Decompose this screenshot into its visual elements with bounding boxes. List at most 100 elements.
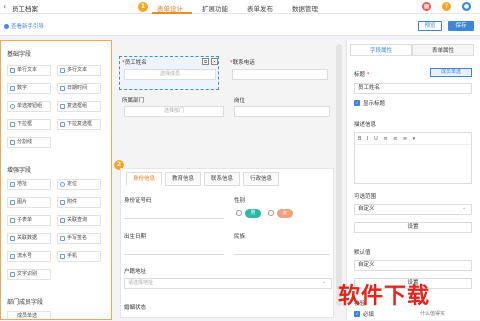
show-title-checkbox[interactable]: ✓ xyxy=(354,100,360,106)
palette-item-ocr[interactable]: 文字识别 xyxy=(7,269,51,280)
range-select[interactable]: 自定义 xyxy=(354,204,472,215)
post-label: 岗位 xyxy=(234,98,246,104)
back-icon[interactable]: ‹ xyxy=(3,2,6,11)
link-icon xyxy=(10,236,15,241)
textarea-icon xyxy=(60,68,65,73)
palette-item-multi-text[interactable]: 多行文本 xyxy=(57,65,101,76)
palette-item-phone[interactable]: 手机 xyxy=(57,251,101,262)
hukou-label: 户籍地址 xyxy=(124,269,147,275)
marital-label: 婚姻状态 xyxy=(124,305,147,311)
gender-female-option[interactable]: 女 xyxy=(277,209,293,218)
palette-item-location[interactable]: 定位 xyxy=(57,179,101,190)
palette-item-address[interactable]: 地址 xyxy=(7,179,51,190)
palette-item-single-text[interactable]: 单行文本 xyxy=(7,65,51,76)
editor-toolbar[interactable]: B I U ≡ ≡ ≡ ▾ xyxy=(355,133,471,145)
tab-identity[interactable]: 身份信息 xyxy=(126,172,162,186)
palette-item-dropdown[interactable]: 下拉框 xyxy=(7,119,51,130)
help-icon[interactable]: ? xyxy=(442,2,451,11)
search-icon xyxy=(60,218,65,223)
palette-item-image[interactable]: 图片 xyxy=(7,197,51,208)
chevron-down-icon: ⌄ xyxy=(322,279,327,285)
radio-male[interactable] xyxy=(236,210,242,216)
desc-prop-label: 描述信息 xyxy=(354,122,377,128)
top-bar: ‹ 员工档案 1 表单设计 扩展功能 表单发布 数据管理 ▦ ? ● xyxy=(0,0,480,14)
guide-text: 查看新手引导 xyxy=(11,24,45,30)
id-number-input[interactable] xyxy=(124,218,224,219)
tab-extensions[interactable]: 扩展功能 xyxy=(202,3,228,13)
tab-form-publish[interactable]: 表单发布 xyxy=(247,3,273,13)
range-prop-label: 可选范围 xyxy=(354,194,377,200)
palette-item-divider[interactable]: 分割线 xyxy=(7,137,51,148)
tab-education[interactable]: 教育信息 xyxy=(165,172,201,186)
radio-icon xyxy=(10,104,15,109)
palette-item-radio-group[interactable]: 单选按钮组 xyxy=(7,101,51,112)
required-label: 必填 xyxy=(363,312,375,318)
name-member-input[interactable]: 选择成员 xyxy=(124,69,216,80)
hukou-input[interactable]: 请选择地址 xyxy=(124,278,332,289)
desc-rich-editor[interactable]: B I U ≡ ≡ ≡ ▾ xyxy=(354,132,472,184)
user-icon[interactable]: ● xyxy=(462,2,471,11)
palette-item-linked-query[interactable]: 关联查询 xyxy=(57,215,101,226)
watermark-sub: 什么值得买 xyxy=(420,311,446,317)
palette-item-member-single[interactable]: 成员单选 xyxy=(7,311,51,319)
dept-label: 所属部门 xyxy=(122,98,145,104)
step-badge-1: 1 xyxy=(138,2,148,12)
birth-date-input[interactable] xyxy=(124,254,224,255)
tab-data-manage[interactable]: 数据管理 xyxy=(292,3,318,13)
palette-item-linked-data[interactable]: 关联数据 xyxy=(7,233,51,244)
app-title: 员工档案 xyxy=(12,5,38,13)
dropdown-multi-icon xyxy=(60,122,65,127)
palette-item-serial[interactable]: 流水号 xyxy=(7,251,51,262)
advanced-fields-title: 增强字段 xyxy=(7,167,32,174)
copy-icon[interactable]: ⧉ xyxy=(202,58,209,65)
dept-input[interactable]: 选择部门 xyxy=(124,106,224,117)
default-prop-label: 默认值 xyxy=(354,250,371,256)
serial-icon xyxy=(10,254,15,259)
image-icon xyxy=(10,200,15,205)
field-type-tag: 成员单选 xyxy=(430,68,472,77)
title-prop-input[interactable]: 员工姓名 xyxy=(354,83,472,94)
canvas-scrollbar[interactable] xyxy=(336,44,342,306)
sub-toolbar: 查看新手引导 预览 保存 xyxy=(0,14,480,36)
save-button[interactable]: 保存 xyxy=(448,21,474,31)
range-set-button[interactable]: 设置 xyxy=(354,222,472,233)
default-select[interactable]: 自定义 xyxy=(354,260,472,271)
guide-link[interactable]: 查看新手引导 xyxy=(4,22,44,30)
gender-male-option[interactable]: 男 xyxy=(245,209,261,218)
dept-fields-title: 部门成员字段 xyxy=(7,299,44,306)
palette-item-checkbox-group[interactable]: 复选框组 xyxy=(57,101,101,112)
nation-input[interactable] xyxy=(234,254,330,255)
grid-icon[interactable]: ▦ xyxy=(422,2,431,11)
birth-date-label: 出生日期 xyxy=(124,234,147,240)
phone-icon xyxy=(60,254,65,259)
divider-icon xyxy=(10,140,15,145)
post-input[interactable] xyxy=(234,106,330,117)
id-number-label: 身份证号码 xyxy=(124,198,152,204)
phone-input[interactable] xyxy=(232,69,328,80)
gender-label: 性别 xyxy=(234,198,246,204)
palette-item-subform[interactable]: 子表单 xyxy=(7,215,51,226)
palette-item-signature[interactable]: 手写签名 xyxy=(57,233,101,244)
required-checkbox[interactable]: ✓ xyxy=(354,311,360,317)
tab-admin[interactable]: 行政信息 xyxy=(243,172,279,186)
text-icon xyxy=(10,68,15,73)
palette-item-dropdown-multi[interactable]: 下拉复选框 xyxy=(57,119,101,130)
ocr-icon xyxy=(10,272,15,277)
palette-item-datetime[interactable]: 日期时间 xyxy=(57,83,101,94)
preview-button[interactable]: 预览 xyxy=(418,21,442,31)
name-label: *员工姓名 xyxy=(122,60,147,66)
tab-contact[interactable]: 联系信息 xyxy=(204,172,240,186)
tab-field-properties[interactable]: 字段属性 xyxy=(350,44,412,56)
palette-item-number[interactable]: 数字 xyxy=(7,83,51,94)
tab-form-properties[interactable]: 表单属性 xyxy=(412,44,474,56)
field-palette: 基础字段 单行文本 多行文本 数字 日期时间 单选按钮组 复选框组 下拉框 下拉… xyxy=(0,40,112,320)
basic-fields-title: 基础字段 xyxy=(7,51,32,58)
nation-label: 民族 xyxy=(234,234,246,240)
radio-female[interactable] xyxy=(268,210,274,216)
paperclip-icon xyxy=(60,200,65,205)
palette-item-attachment[interactable]: 附件 xyxy=(57,197,101,208)
delete-icon[interactable]: ✕ xyxy=(211,58,218,65)
table-icon xyxy=(10,218,15,223)
pin-icon xyxy=(10,182,15,187)
watermark-text: 软件下载 xyxy=(338,284,431,309)
